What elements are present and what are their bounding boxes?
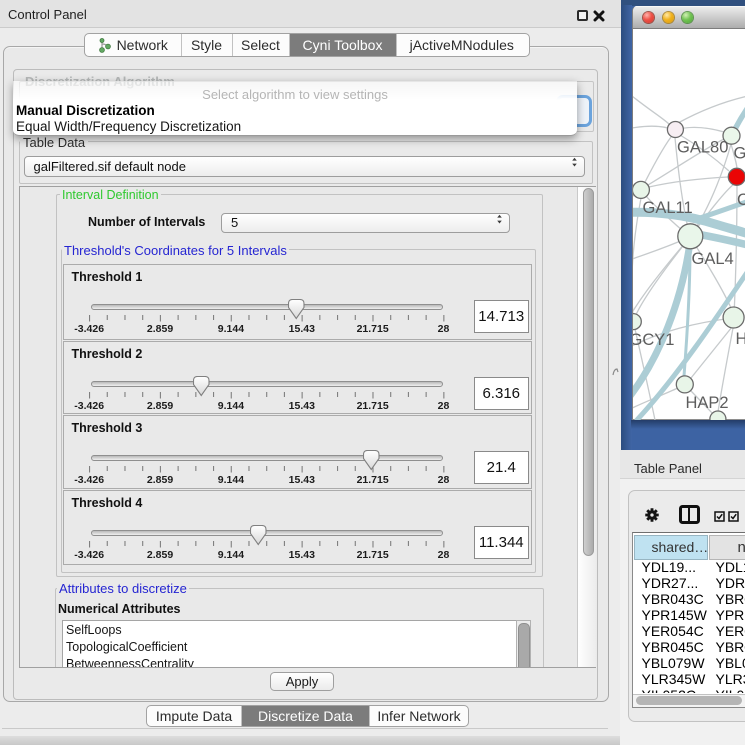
svg-text:GAL80: GAL80 [677,139,728,157]
svg-text:H: H [736,330,745,348]
svg-text:GAL11: GAL11 [643,199,693,217]
svg-text:GCY1: GCY1 [633,331,674,349]
svg-text:GAL4: GAL4 [692,250,734,268]
svg-text:GA: GA [734,145,745,163]
svg-text:HAP2: HAP2 [686,394,729,412]
svg-text:C: C [737,191,745,209]
